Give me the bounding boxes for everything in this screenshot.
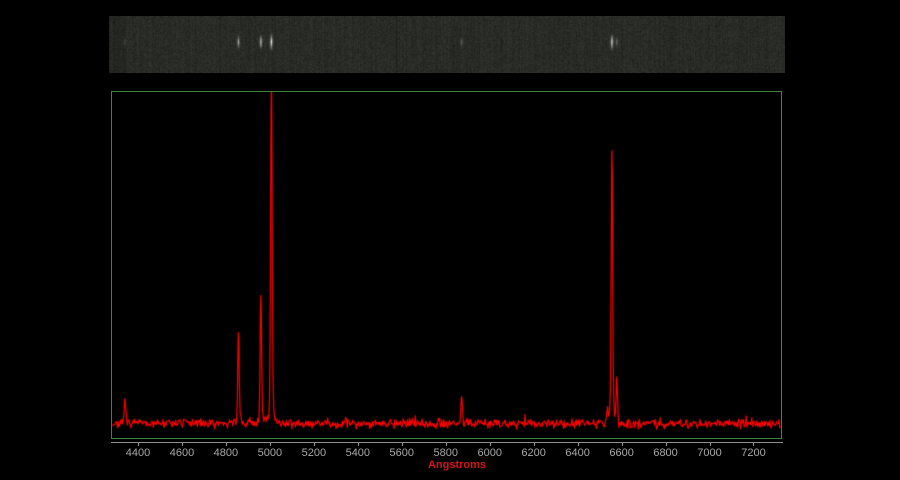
x-axis-tick: [446, 443, 447, 446]
x-axis-tick: [138, 443, 139, 446]
spectrum-plot-frame: [111, 91, 782, 439]
x-axis-tick-label: 5400: [346, 447, 370, 459]
x-axis-tick: [226, 443, 227, 446]
x-axis-tick-label: 6400: [565, 447, 589, 459]
x-axis-tick-label: 6000: [477, 447, 501, 459]
x-axis-tick: [753, 443, 754, 446]
x-axis-title: Angstroms: [428, 459, 486, 471]
x-axis-tick-label: 6600: [609, 447, 633, 459]
x-axis-tick-label: 6800: [653, 447, 677, 459]
screen: 4400 4600 4800 5000 5200 5400 5600 5800 6000 6200…: [0, 0, 900, 480]
x-axis-tick: [270, 443, 271, 446]
x-axis-tick-label: 4600: [170, 447, 194, 459]
x-axis-tick-label: 7200: [741, 447, 765, 459]
x-axis-tick: [314, 443, 315, 446]
x-axis-tick-label: 6200: [521, 447, 545, 459]
x-axis-tick: [622, 443, 623, 446]
x-axis-tick-label: 5000: [258, 447, 282, 459]
2d-spectrum-strip: [109, 16, 785, 73]
x-axis-tick: [402, 443, 403, 446]
x-axis-tick: [534, 443, 535, 446]
x-axis-tick-label: 5200: [302, 447, 326, 459]
x-axis-tick: [182, 443, 183, 446]
x-axis-tick-label: 4400: [126, 447, 150, 459]
x-axis-tick-label: 5600: [390, 447, 414, 459]
x-axis-tick: [578, 443, 579, 446]
x-axis-tick: [710, 443, 711, 446]
x-axis-tick-label: 7000: [697, 447, 721, 459]
x-axis-tick-label: 5800: [433, 447, 457, 459]
spectrum-trace: [112, 92, 781, 438]
x-axis-line: [111, 442, 783, 443]
x-axis-tick: [666, 443, 667, 446]
x-axis-tick: [358, 443, 359, 446]
x-axis-tick: [490, 443, 491, 446]
x-axis-tick-label: 4800: [214, 447, 238, 459]
